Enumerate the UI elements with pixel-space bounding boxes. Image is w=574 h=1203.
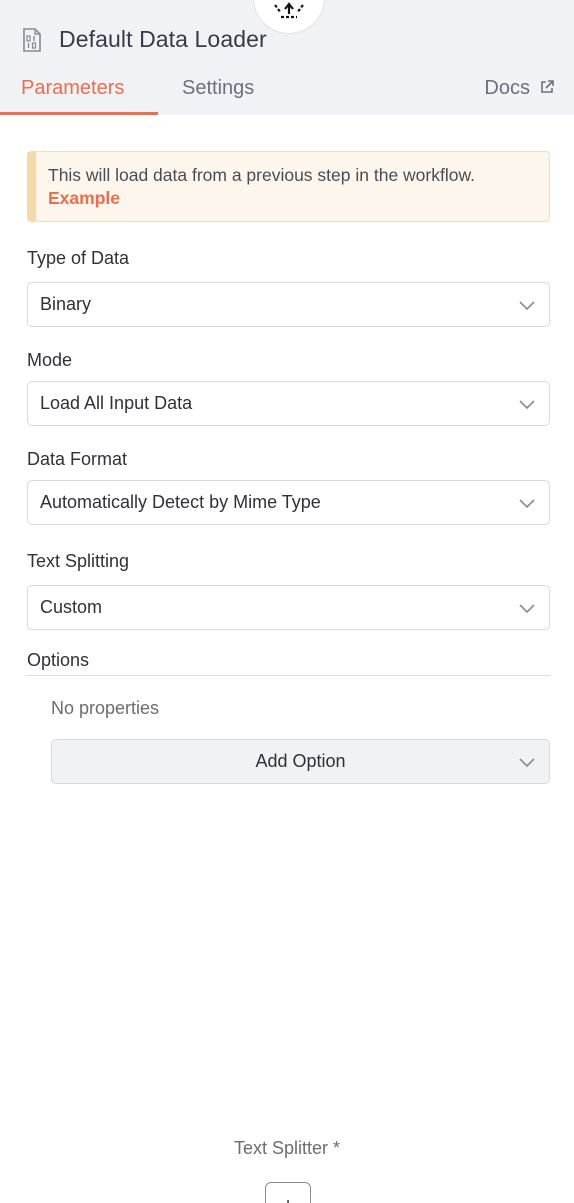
tab-parameters[interactable]: Parameters <box>21 77 124 100</box>
mode-select[interactable]: Load All Input Data <box>27 381 550 426</box>
node-header: Default Data Loader Parameters Settings … <box>0 0 574 115</box>
type-of-data-select[interactable]: Binary <box>27 282 550 327</box>
text-splitting-value: Custom <box>40 597 103 617</box>
tab-docs[interactable]: Docs <box>484 77 555 100</box>
mode-label: Mode <box>27 350 73 370</box>
chevron-down-icon <box>519 499 535 509</box>
tab-bar: Parameters Settings Docs <box>0 66 574 115</box>
node-title-row: Default Data Loader <box>22 26 267 53</box>
type-of-data-label: Type of Data <box>27 248 130 268</box>
no-properties-text: No properties <box>51 698 160 718</box>
add-text-splitter-button[interactable]: + <box>265 1182 311 1203</box>
add-option-label: Add Option <box>255 751 346 771</box>
external-link-icon <box>541 80 554 93</box>
text-splitting-select[interactable]: Custom <box>27 585 550 630</box>
mode-value: Load All Input Data <box>40 393 193 413</box>
active-tab-indicator <box>0 112 158 115</box>
plus-icon: + <box>282 1193 295 1203</box>
add-option-button[interactable]: Add Option <box>51 739 550 784</box>
data-format-value: Automatically Detect by Mime Type <box>40 492 321 512</box>
file-binary-icon <box>22 27 44 53</box>
notice-example-link[interactable]: Example <box>48 187 120 210</box>
node-title: Default Data Loader <box>59 26 267 52</box>
options-divider <box>27 675 550 676</box>
chevron-down-icon <box>519 400 535 410</box>
chevron-down-icon <box>519 758 535 768</box>
text-splitting-label: Text Splitting <box>27 551 130 571</box>
chevron-down-icon <box>519 604 535 614</box>
info-notice: This will load data from a previous step… <box>27 151 550 222</box>
loader-icon <box>271 1 307 19</box>
data-format-select[interactable]: Automatically Detect by Mime Type <box>27 480 550 525</box>
text-splitter-label: Text Splitter * <box>233 1138 341 1158</box>
notice-text: This will load data from a previous step… <box>48 165 475 185</box>
chevron-down-icon <box>519 301 535 311</box>
options-label: Options <box>27 650 90 670</box>
tab-settings[interactable]: Settings <box>182 77 254 100</box>
tab-docs-label: Docs <box>484 77 530 99</box>
data-format-label: Data Format <box>27 449 128 469</box>
type-of-data-value: Binary <box>40 294 92 314</box>
